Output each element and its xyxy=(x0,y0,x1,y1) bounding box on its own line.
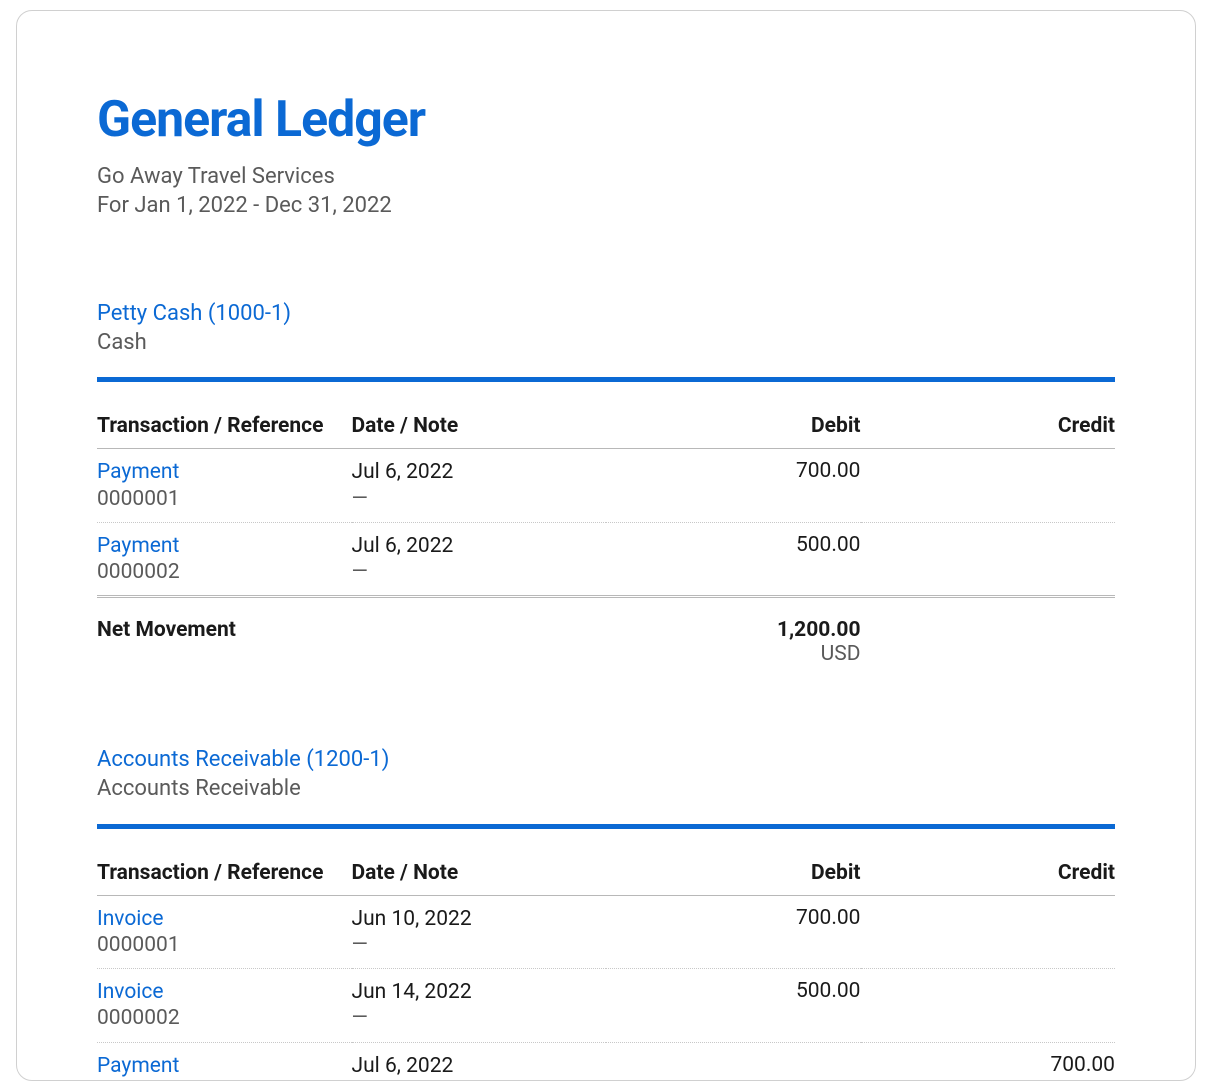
report-card: General Ledger Go Away Travel Services F… xyxy=(16,10,1196,1081)
col-header-date: Date / Note xyxy=(352,414,607,449)
transaction-note: — xyxy=(352,559,607,585)
cell-debit: 700.00 xyxy=(606,449,861,523)
transaction-reference: 0000002 xyxy=(97,559,352,585)
account-divider xyxy=(97,824,1115,829)
cell-debit xyxy=(606,1042,861,1081)
table-row: Payment0000001Jul 6, 2022— 700.00 xyxy=(97,1042,1115,1081)
transaction-reference: 0000001 xyxy=(97,1079,352,1081)
cell-debit: 500.00 xyxy=(606,522,861,597)
cell-date: Jun 10, 2022— xyxy=(352,895,607,969)
transaction-note: — xyxy=(352,1005,607,1031)
cell-transaction: Invoice0000002 xyxy=(97,969,352,1043)
transaction-date: Jun 14, 2022 xyxy=(352,979,607,1005)
company-name: Go Away Travel Services xyxy=(97,163,1115,192)
transaction-link[interactable]: Payment xyxy=(97,1053,352,1079)
transaction-reference: 0000001 xyxy=(97,932,352,958)
cell-transaction: Payment0000001 xyxy=(97,1042,352,1081)
net-movement-currency: USD xyxy=(606,642,861,666)
account-divider xyxy=(97,377,1115,382)
col-header-credit: Credit xyxy=(861,414,1116,449)
transaction-link[interactable]: Payment xyxy=(97,459,352,485)
ledger-table: Transaction / ReferenceDate / NoteDebitC… xyxy=(97,861,1115,1081)
cell-date: Jul 6, 2022— xyxy=(352,449,607,523)
transaction-note: — xyxy=(352,486,607,512)
col-header-transaction: Transaction / Reference xyxy=(97,414,352,449)
transaction-date: Jul 6, 2022 xyxy=(352,533,607,559)
col-header-credit: Credit xyxy=(861,861,1116,896)
transaction-note: — xyxy=(352,932,607,958)
transaction-link[interactable]: Invoice xyxy=(97,906,352,932)
cell-date: Jul 6, 2022— xyxy=(352,1042,607,1081)
transaction-date: Jun 10, 2022 xyxy=(352,906,607,932)
date-range: For Jan 1, 2022 - Dec 31, 2022 xyxy=(97,192,1115,221)
cell-credit xyxy=(861,449,1116,523)
cell-date: Jun 14, 2022— xyxy=(352,969,607,1043)
cell-credit xyxy=(861,969,1116,1043)
cell-debit: 700.00 xyxy=(606,895,861,969)
transaction-reference: 0000002 xyxy=(97,1005,352,1031)
cell-transaction: Invoice0000001 xyxy=(97,895,352,969)
table-row: Payment0000001Jul 6, 2022—700.00 xyxy=(97,449,1115,523)
account-type: Cash xyxy=(97,329,1115,358)
cell-date: Jul 6, 2022— xyxy=(352,522,607,597)
account-section: Accounts Receivable (1200-1)Accounts Rec… xyxy=(97,746,1115,1081)
col-header-debit: Debit xyxy=(606,414,861,449)
table-row: Invoice0000002Jun 14, 2022—500.00 xyxy=(97,969,1115,1043)
cell-transaction: Payment0000002 xyxy=(97,522,352,597)
col-header-date: Date / Note xyxy=(352,861,607,896)
cell-credit: 700.00 xyxy=(861,1042,1116,1081)
transaction-link[interactable]: Payment xyxy=(97,533,352,559)
cell-transaction: Payment0000001 xyxy=(97,449,352,523)
net-movement-label: Net Movement xyxy=(97,618,606,642)
table-row: Invoice0000001Jun 10, 2022—700.00 xyxy=(97,895,1115,969)
transaction-note: — xyxy=(352,1079,607,1081)
page-title: General Ledger xyxy=(97,91,1115,149)
account-section: Petty Cash (1000-1)Cash Transaction / Ref… xyxy=(97,300,1115,666)
cell-credit xyxy=(861,895,1116,969)
transaction-date: Jul 6, 2022 xyxy=(352,1053,607,1079)
col-header-debit: Debit xyxy=(606,861,861,896)
transaction-date: Jul 6, 2022 xyxy=(352,459,607,485)
net-movement-row: Net Movement1,200.00USD xyxy=(97,618,1115,666)
transaction-reference: 0000001 xyxy=(97,486,352,512)
account-name-link[interactable]: Accounts Receivable (1200-1) xyxy=(97,746,1115,775)
col-header-transaction: Transaction / Reference xyxy=(97,861,352,896)
account-type: Accounts Receivable xyxy=(97,775,1115,804)
net-movement-value: 1,200.00 xyxy=(606,618,861,642)
cell-credit xyxy=(861,522,1116,597)
cell-debit: 500.00 xyxy=(606,969,861,1043)
account-name-link[interactable]: Petty Cash (1000-1) xyxy=(97,300,1115,329)
net-movement-value-col: 1,200.00USD xyxy=(606,618,861,666)
ledger-table: Transaction / ReferenceDate / NoteDebitC… xyxy=(97,414,1115,598)
transaction-link[interactable]: Invoice xyxy=(97,979,352,1005)
table-row: Payment0000002Jul 6, 2022—500.00 xyxy=(97,522,1115,597)
